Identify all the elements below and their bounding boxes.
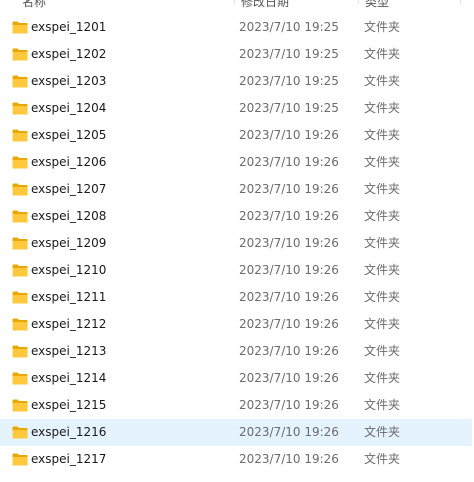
file-row[interactable]: exspei_1208 2023/7/10 19:26 文件夹 bbox=[0, 203, 472, 230]
file-type: 文件夹 bbox=[364, 344, 401, 358]
column-header-type[interactable]: 类型 bbox=[365, 0, 389, 12]
column-divider[interactable] bbox=[460, 0, 461, 4]
folder-icon bbox=[12, 237, 28, 250]
file-date-modified: 2023/7/10 19:26 bbox=[239, 128, 339, 142]
folder-icon bbox=[12, 21, 28, 34]
file-type: 文件夹 bbox=[364, 398, 401, 412]
file-date-modified: 2023/7/10 19:26 bbox=[239, 398, 339, 412]
folder-icon bbox=[12, 318, 28, 331]
file-row[interactable]: exspei_1201 2023/7/10 19:25 文件夹 bbox=[0, 14, 472, 41]
file-name: exspei_1210 bbox=[31, 263, 107, 277]
file-date-modified: 2023/7/10 19:25 bbox=[239, 47, 339, 61]
file-type: 文件夹 bbox=[364, 209, 401, 223]
file-row[interactable]: exspei_1215 2023/7/10 19:26 文件夹 bbox=[0, 392, 472, 419]
file-name: exspei_1212 bbox=[31, 317, 107, 331]
folder-icon bbox=[12, 210, 28, 223]
file-name: exspei_1203 bbox=[31, 74, 107, 88]
file-row[interactable]: exspei_1213 2023/7/10 19:26 文件夹 bbox=[0, 338, 472, 365]
file-date-modified: 2023/7/10 19:25 bbox=[239, 101, 339, 115]
file-type: 文件夹 bbox=[364, 236, 401, 250]
file-date-modified: 2023/7/10 19:26 bbox=[239, 290, 339, 304]
file-row[interactable]: exspei_1214 2023/7/10 19:26 文件夹 bbox=[0, 365, 472, 392]
file-name: exspei_1206 bbox=[31, 155, 107, 169]
file-name: exspei_1204 bbox=[31, 101, 107, 115]
file-type: 文件夹 bbox=[364, 20, 401, 34]
folder-icon bbox=[12, 264, 28, 277]
file-explorer-list: 名称 修改日期 类型 exspei_1201 2023/7/10 19:25 文… bbox=[0, 0, 474, 482]
folder-icon bbox=[12, 183, 28, 196]
file-row[interactable]: exspei_1204 2023/7/10 19:25 文件夹 bbox=[0, 95, 472, 122]
file-type: 文件夹 bbox=[364, 74, 401, 88]
folder-icon bbox=[12, 399, 28, 412]
file-row[interactable]: exspei_1217 2023/7/10 19:26 文件夹 bbox=[0, 446, 472, 473]
file-row[interactable]: exspei_1202 2023/7/10 19:25 文件夹 bbox=[0, 41, 472, 68]
file-type: 文件夹 bbox=[364, 128, 401, 142]
file-row[interactable]: exspei_1206 2023/7/10 19:26 文件夹 bbox=[0, 149, 472, 176]
file-row[interactable]: exspei_1207 2023/7/10 19:26 文件夹 bbox=[0, 176, 472, 203]
file-row[interactable]: exspei_1203 2023/7/10 19:25 文件夹 bbox=[0, 68, 472, 95]
file-name: exspei_1202 bbox=[31, 47, 107, 61]
folder-icon bbox=[12, 291, 28, 304]
file-name: exspei_1214 bbox=[31, 371, 107, 385]
column-header-bar: 名称 修改日期 类型 bbox=[0, 0, 474, 12]
file-date-modified: 2023/7/10 19:25 bbox=[239, 74, 339, 88]
folder-icon bbox=[12, 453, 28, 466]
file-type: 文件夹 bbox=[364, 452, 401, 466]
file-date-modified: 2023/7/10 19:26 bbox=[239, 317, 339, 331]
file-type: 文件夹 bbox=[364, 425, 401, 439]
column-divider[interactable] bbox=[234, 0, 235, 4]
file-list: exspei_1201 2023/7/10 19:25 文件夹 exspei_1… bbox=[0, 14, 474, 482]
file-date-modified: 2023/7/10 19:26 bbox=[239, 344, 339, 358]
file-name: exspei_1211 bbox=[31, 290, 107, 304]
folder-icon bbox=[12, 345, 28, 358]
file-date-modified: 2023/7/10 19:25 bbox=[239, 20, 339, 34]
file-row[interactable]: exspei_1212 2023/7/10 19:26 文件夹 bbox=[0, 311, 472, 338]
folder-icon bbox=[12, 48, 28, 61]
file-name: exspei_1205 bbox=[31, 128, 107, 142]
file-date-modified: 2023/7/10 19:26 bbox=[239, 425, 339, 439]
file-date-modified: 2023/7/10 19:26 bbox=[239, 155, 339, 169]
file-type: 文件夹 bbox=[364, 101, 401, 115]
file-type: 文件夹 bbox=[364, 290, 401, 304]
file-date-modified: 2023/7/10 19:26 bbox=[239, 452, 339, 466]
file-name: exspei_1216 bbox=[31, 425, 107, 439]
file-date-modified: 2023/7/10 19:26 bbox=[239, 182, 339, 196]
file-type: 文件夹 bbox=[364, 263, 401, 277]
file-name: exspei_1207 bbox=[31, 182, 107, 196]
folder-icon bbox=[12, 426, 28, 439]
file-type: 文件夹 bbox=[364, 182, 401, 196]
file-date-modified: 2023/7/10 19:26 bbox=[239, 209, 339, 223]
column-divider[interactable] bbox=[358, 0, 359, 4]
folder-icon bbox=[12, 102, 28, 115]
file-row[interactable]: exspei_1209 2023/7/10 19:26 文件夹 bbox=[0, 230, 472, 257]
file-name: exspei_1208 bbox=[31, 209, 107, 223]
folder-icon bbox=[12, 372, 28, 385]
file-type: 文件夹 bbox=[364, 371, 401, 385]
file-name: exspei_1201 bbox=[31, 20, 107, 34]
file-row[interactable]: exspei_1210 2023/7/10 19:26 文件夹 bbox=[0, 257, 472, 284]
file-date-modified: 2023/7/10 19:26 bbox=[239, 371, 339, 385]
folder-icon bbox=[12, 129, 28, 142]
folder-icon bbox=[12, 156, 28, 169]
file-row[interactable]: exspei_1216 2023/7/10 19:26 文件夹 bbox=[0, 419, 472, 446]
column-header-name[interactable]: 名称 bbox=[22, 0, 46, 12]
file-type: 文件夹 bbox=[364, 47, 401, 61]
file-row[interactable]: exspei_1205 2023/7/10 19:26 文件夹 bbox=[0, 122, 472, 149]
file-name: exspei_1209 bbox=[31, 236, 107, 250]
file-type: 文件夹 bbox=[364, 317, 401, 331]
file-name: exspei_1217 bbox=[31, 452, 107, 466]
file-date-modified: 2023/7/10 19:26 bbox=[239, 236, 339, 250]
file-name: exspei_1215 bbox=[31, 398, 107, 412]
file-row[interactable]: exspei_1211 2023/7/10 19:26 文件夹 bbox=[0, 284, 472, 311]
column-header-date-modified[interactable]: 修改日期 bbox=[241, 0, 289, 12]
file-name: exspei_1213 bbox=[31, 344, 107, 358]
file-type: 文件夹 bbox=[364, 155, 401, 169]
file-row[interactable] bbox=[0, 473, 472, 482]
folder-icon bbox=[12, 75, 28, 88]
file-date-modified: 2023/7/10 19:26 bbox=[239, 263, 339, 277]
